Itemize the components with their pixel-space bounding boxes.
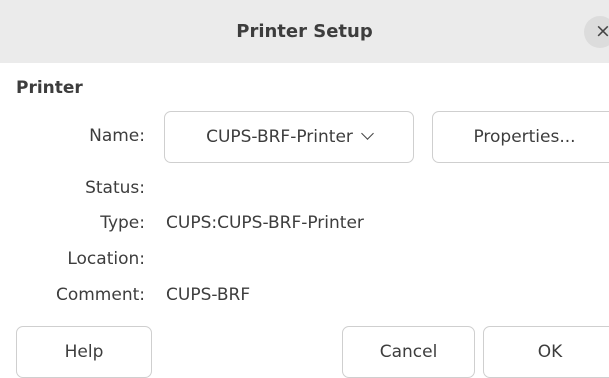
properties-button[interactable]: Properties...: [432, 111, 609, 163]
type-label: Type:: [100, 213, 145, 233]
name-label: Name:: [89, 126, 145, 146]
chevron-down-icon: [361, 127, 374, 140]
cancel-button[interactable]: Cancel: [342, 326, 475, 378]
help-button[interactable]: Help: [16, 326, 152, 378]
printer-name-value: CUPS-BRF-Printer: [206, 127, 353, 147]
status-label: Status:: [85, 178, 145, 198]
close-icon: ×: [595, 20, 609, 42]
ok-button[interactable]: OK: [483, 326, 609, 378]
comment-value: CUPS-BRF: [166, 285, 251, 305]
dialog-title: Printer Setup: [236, 21, 373, 42]
close-button[interactable]: ×: [584, 16, 609, 48]
printer-name-select[interactable]: CUPS-BRF-Printer: [164, 111, 414, 163]
printer-section-label: Printer: [16, 78, 83, 98]
type-value: CUPS:CUPS-BRF-Printer: [166, 213, 364, 233]
location-label: Location:: [67, 249, 145, 269]
comment-label: Comment:: [55, 285, 145, 305]
